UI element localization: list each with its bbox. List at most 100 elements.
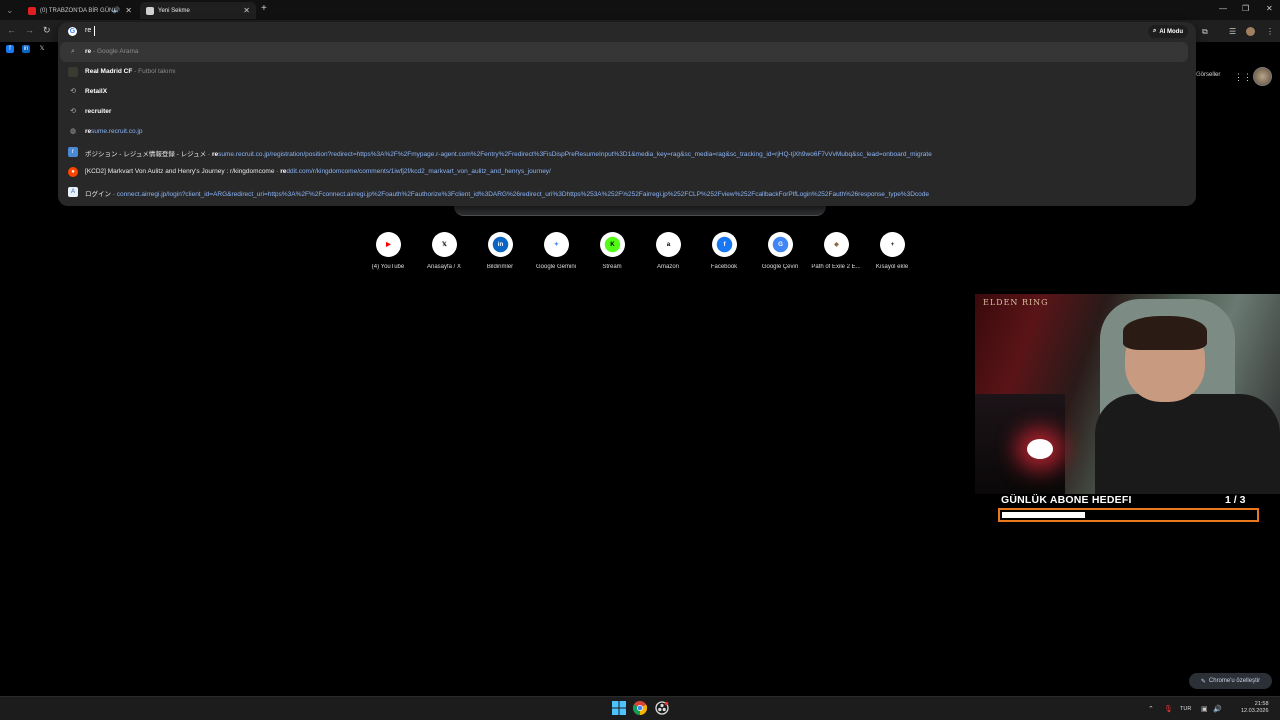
suggestion-real-madrid[interactable]: Real Madrid CF - Futbol takımı [60, 62, 1188, 82]
windows-start-icon[interactable] [612, 701, 626, 715]
omnibox-text[interactable]: re [85, 27, 91, 34]
history-icon: ⟲ [70, 88, 76, 95]
input-language[interactable]: TUR [1180, 706, 1191, 712]
close-window-icon[interactable]: ✕ [1266, 4, 1273, 13]
airregi-icon: A [68, 187, 78, 197]
images-link[interactable]: Görseller [1196, 72, 1220, 78]
minimize-icon[interactable]: — [1219, 4, 1227, 13]
ai-search-icon: ⌕ [1152, 28, 1157, 34]
suggestion-reddit[interactable]: ● [KCD2] Markvart Von Aulitz and Henry's… [60, 162, 1188, 182]
shortcut-label: Google Çeviri [761, 264, 799, 270]
shortcut-0[interactable]: ▶ (4) YouTube [360, 232, 416, 276]
suggestion-title: [KCD2] Markvart Von Aulitz and Henry's J… [85, 168, 275, 175]
shortcut-label: Path of Exile 2 E... [811, 264, 861, 270]
maximize-icon[interactable]: ❐ [1242, 4, 1249, 13]
clock[interactable]: 21:58 12.03.2026 [1241, 701, 1269, 715]
shortcut-icon: G [772, 236, 788, 253]
shortcut-7[interactable]: G Google Çeviri [752, 232, 808, 276]
shortcut-2[interactable]: in Bildirimler [472, 232, 528, 276]
menu-dots-icon[interactable]: ⋮ [1266, 27, 1274, 36]
audio-icon[interactable]: 🔊 [113, 7, 120, 14]
shortcut-label: Facebook [710, 264, 738, 270]
chrome-taskbar-icon[interactable] [632, 701, 648, 716]
linkedin-bookmark-icon[interactable]: in [22, 45, 30, 53]
suggestion-title: ポジション - レジュメ情報登録 - レジュメ [85, 151, 207, 158]
omnibox-input[interactable]: G re ⌕ AI Modu [58, 22, 1196, 41]
shortcut-icon: f [716, 236, 732, 253]
profile-icon[interactable] [1246, 27, 1255, 36]
suggestion-retailx[interactable]: ⟲ RetailX [60, 82, 1188, 102]
shortcut-tile: a [655, 232, 681, 257]
suggestion-recruiter[interactable]: ⟲ recruiter [60, 102, 1188, 122]
tab-title: Yeni Sekme [158, 7, 190, 14]
goal-count: 1 / 3 [1225, 494, 1246, 506]
shortcut-icon: K [604, 236, 620, 253]
pencil-icon: ✎ [1200, 678, 1206, 685]
shortcut-tile: ▶ [375, 232, 401, 257]
suggestion-rest: cruiter [91, 108, 112, 115]
tray-chevron-icon[interactable]: ⌃ [1148, 705, 1154, 713]
history-icon: ⟲ [70, 108, 76, 115]
avatar[interactable] [1253, 67, 1272, 86]
shortcut-tile: 𝕏 [431, 232, 457, 257]
facebook-bookmark-icon[interactable]: f [6, 45, 14, 53]
reload-icon[interactable]: ↻ [43, 25, 51, 36]
suggestion-rest: tailX [93, 88, 108, 95]
shortcut-icon: ✦ [548, 236, 564, 253]
lamp-light [1027, 439, 1053, 459]
forward-icon[interactable]: → [25, 25, 34, 35]
reddit-icon: ● [68, 167, 78, 177]
tab-new-tab[interactable]: Yeni Sekme ✕ [140, 2, 256, 19]
customize-chrome-button[interactable]: ✎ Chrome'u özelleştir [1189, 673, 1272, 689]
suggestion-search[interactable]: ⌕ re - Google Arama [60, 42, 1188, 62]
close-tab-icon[interactable]: ✕ [125, 6, 132, 15]
shortcut-icon: in [492, 236, 508, 253]
volume-icon[interactable]: 🔊 [1213, 705, 1222, 713]
shortcut-8[interactable]: ◆ Path of Exile 2 E... [808, 232, 864, 276]
close-tab-icon[interactable]: ✕ [243, 6, 250, 15]
suggestion-airregi-login[interactable]: A ログイン - connect.airregi.jp/login?client… [60, 182, 1188, 202]
microphone-icon[interactable]: 🎙 [1164, 705, 1173, 713]
shortcut-5[interactable]: a Amazon [640, 232, 696, 276]
reading-list-icon[interactable]: ☰ [1229, 27, 1236, 36]
back-icon[interactable]: ← [7, 25, 16, 35]
obs-taskbar-icon[interactable] [655, 701, 669, 715]
tab-search-icon[interactable]: ⌄ [6, 5, 14, 16]
shortcut-label: Stream [602, 264, 622, 270]
shortcut-tile: ◆ [823, 232, 849, 257]
shortcut-1[interactable]: 𝕏 Anasayfa / X [416, 232, 472, 276]
new-tab-favicon-icon [146, 6, 154, 15]
taskbar: ⌃ 🎙 TUR ▣ 🔊 21:58 12.03.2026 [0, 696, 1280, 720]
network-icon[interactable]: ▣ [1201, 705, 1208, 713]
shortcut-tile: K [599, 232, 625, 257]
suggestion-resume-registration[interactable]: r ポジション - レジュメ情報登録 - レジュメ - resume.recru… [60, 142, 1188, 162]
extensions-icon[interactable]: ⧉ [1202, 27, 1208, 37]
shortcut-icon: + [884, 236, 900, 253]
suggestion-rest: sume.recruit.co.jp [91, 128, 143, 135]
ai-mode-button[interactable]: ⌕ AI Modu [1147, 25, 1188, 38]
suggestion-title: ログイン [85, 191, 111, 198]
suggestion-detail: Google Arama [96, 48, 139, 55]
clock-time: 21:58 [1254, 701, 1269, 707]
new-tab-plus-icon[interactable]: + [261, 3, 267, 14]
shortcut-icon: 𝕏 [436, 236, 452, 253]
shortcut-3[interactable]: ✦ Google Gemini [528, 232, 584, 276]
shortcut-label: Google Gemini [535, 264, 577, 270]
streamer-body [1095, 394, 1280, 494]
shortcut-9[interactable]: + Kısayol ekle [864, 232, 920, 276]
youtube-favicon-icon [28, 6, 36, 15]
shortcut-tile: in [487, 232, 513, 257]
shortcut-4[interactable]: K Stream [584, 232, 640, 276]
real-madrid-icon [68, 67, 78, 77]
shortcut-tile: + [879, 232, 905, 257]
google-icon: G [68, 27, 77, 36]
shortcut-6[interactable]: f Facebook [696, 232, 752, 276]
suggestion-url: connect.airregi.jp/login?client_id=ARG&r… [116, 191, 929, 198]
goal-progress-bar [998, 508, 1259, 522]
shortcut-label: Anasayfa / X [426, 264, 462, 270]
x-bookmark-icon[interactable]: 𝕏 [38, 45, 46, 53]
suggestion-resume-site[interactable]: ◍ resume.recruit.co.jp [60, 122, 1188, 142]
omnibox-dropdown: G re ⌕ AI Modu ⌕ re - Google Arama Real … [58, 22, 1196, 206]
shortcut-label: Kısayol ekle [875, 264, 909, 270]
tab-trabzon[interactable]: (0) TRABZON'DA BİR GÜN! 🔊 ✕ [22, 2, 138, 19]
